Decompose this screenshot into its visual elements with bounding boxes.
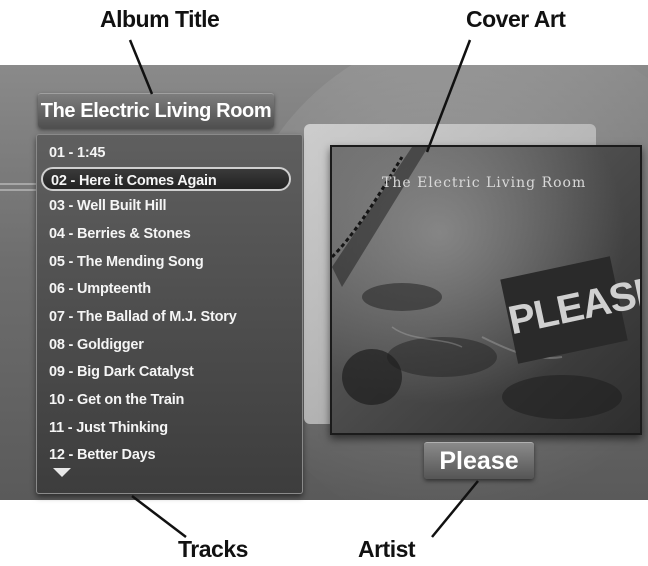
track-item[interactable]: 10 - Get on the Train bbox=[49, 388, 184, 412]
triangle-down-icon[interactable] bbox=[53, 468, 71, 477]
track-item[interactable]: 06 - Umpteenth bbox=[49, 277, 151, 301]
track-item[interactable]: 12 - Better Days bbox=[49, 443, 156, 467]
track-item[interactable]: 07 - The Ballad of M.J. Story bbox=[49, 305, 237, 329]
track-item[interactable]: 09 - Big Dark Catalyst bbox=[49, 360, 194, 384]
track-item[interactable]: 11 - Just Thinking bbox=[49, 416, 168, 440]
track-item[interactable]: 01 - 1:45 bbox=[49, 141, 105, 165]
cover-art-title: The Electric Living Room bbox=[382, 175, 587, 191]
callout-tracks: Tracks bbox=[178, 536, 248, 562]
track-item-selected[interactable]: 02 - Here it Comes Again bbox=[41, 167, 291, 191]
cover-art: The Electric Living Room PLEASE bbox=[330, 145, 642, 435]
track-list[interactable]: 01 - 1:45 02 - Here it Comes Again 03 - … bbox=[36, 134, 303, 494]
callout-album-title: Album Title bbox=[100, 6, 220, 32]
track-item[interactable]: 08 - Goldigger bbox=[49, 333, 144, 357]
callout-artist: Artist bbox=[358, 536, 416, 562]
track-item[interactable]: 05 - The Mending Song bbox=[49, 250, 204, 274]
artist-name: Please bbox=[424, 442, 534, 479]
track-item[interactable]: 04 - Berries & Stones bbox=[49, 222, 191, 246]
track-item[interactable]: 03 - Well Built Hill bbox=[49, 194, 167, 218]
callout-cover-art: Cover Art bbox=[466, 6, 566, 32]
album-title: The Electric Living Room bbox=[38, 93, 274, 128]
